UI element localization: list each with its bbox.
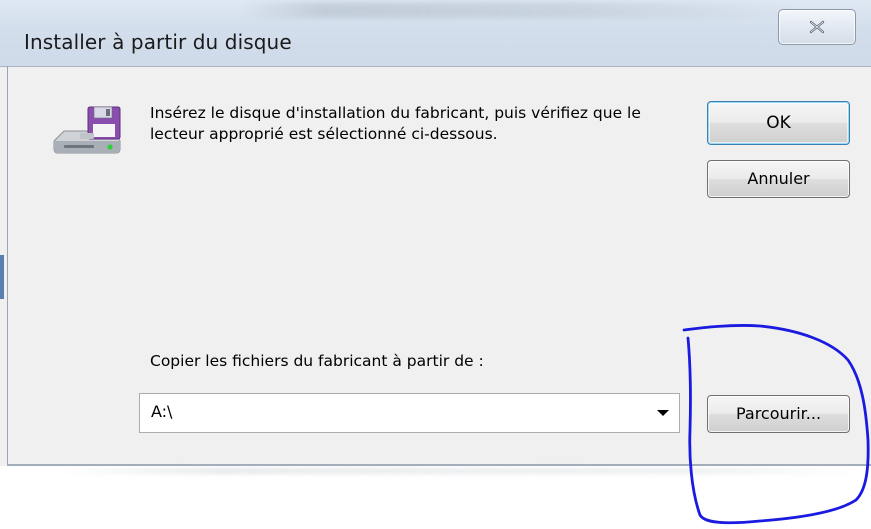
below-dialog-shadow <box>60 468 860 474</box>
instruction-text: Insérez le disque d'installation du fabr… <box>150 104 641 143</box>
below-dialog-area <box>0 466 871 529</box>
disk-drive-icon <box>53 106 121 154</box>
copy-from-label: Copier les fichiers du fabricant à parti… <box>150 352 484 370</box>
close-button[interactable] <box>778 9 856 45</box>
cancel-button[interactable]: Annuler <box>707 160 850 198</box>
window-title: Installer à partir du disque <box>24 30 292 54</box>
source-path-value[interactable]: A:\ <box>151 402 172 421</box>
dialog-left-border <box>7 66 8 466</box>
browse-button[interactable]: Parcourir... <box>707 395 850 433</box>
ok-button[interactable]: OK <box>707 101 850 145</box>
close-icon <box>809 20 825 34</box>
chevron-down-icon[interactable] <box>657 410 669 416</box>
source-path-combobox[interactable]: A:\ <box>139 393 680 433</box>
screenshot: Installer à partir du disque Insérez le … <box>0 0 871 529</box>
background-window-blur <box>240 2 800 18</box>
background-window-edge <box>0 255 4 299</box>
